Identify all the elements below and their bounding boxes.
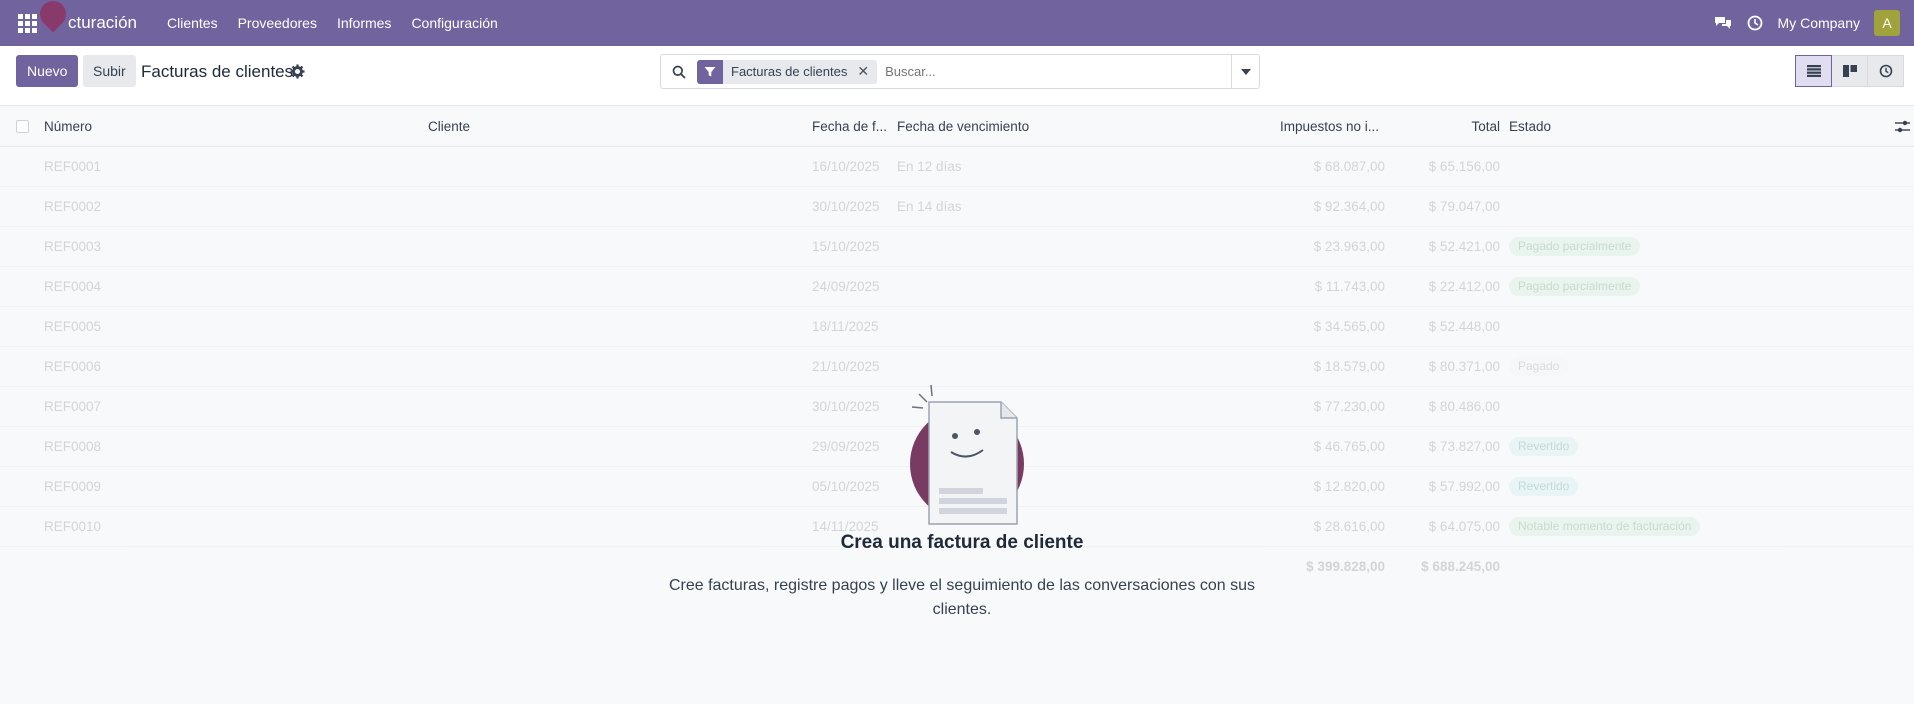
row-total: $ 52.448,00 (1428, 319, 1500, 334)
upload-button[interactable]: Subir (83, 55, 136, 87)
row-total: $ 73.827,00 (1428, 439, 1500, 454)
row-total: $ 80.486,00 (1428, 399, 1500, 414)
table-row: REF0002 30/10/2025 En 14 días $ 92.364,00 $ … (0, 187, 1914, 227)
row-invoice-date: 24/09/2025 (812, 279, 880, 294)
view-switcher (1795, 55, 1904, 87)
table-row: REF0003 15/10/2025 $ 23.963,00 $ 52.421,00 P… (0, 227, 1914, 267)
table-row: REF0001 16/10/2025 En 12 días $ 68.087,00 $ … (0, 147, 1914, 187)
row-due-date: En 12 días (897, 159, 962, 174)
row-invoice-date: 18/11/2025 (812, 319, 879, 334)
menu-item-clientes[interactable]: Clientes (157, 15, 228, 31)
activity-view-icon[interactable] (1867, 55, 1904, 87)
empty-state-title: Crea una factura de cliente (840, 532, 1084, 553)
table-row: REF0005 18/11/2025 $ 34.565,00 $ 52.448,00 (0, 307, 1914, 347)
user-avatar[interactable]: A (1874, 10, 1900, 36)
column-cliente[interactable]: Cliente (428, 119, 470, 134)
navbar-systray: My Company A (1714, 10, 1900, 36)
column-numero[interactable]: Número (44, 119, 92, 134)
row-total: $ 80.371,00 (1428, 359, 1500, 374)
search-icon[interactable] (661, 65, 697, 79)
search-input[interactable] (877, 64, 1231, 79)
search-bar: Facturas de clientes ✕ (660, 54, 1260, 89)
column-estado[interactable]: Estado (1509, 119, 1551, 134)
empty-state-text: Cree facturas, registre pagos y lleve el… (668, 577, 1256, 618)
company-switcher[interactable]: My Company (1778, 15, 1860, 31)
status-badge: Pagado parcialmente (1509, 237, 1641, 256)
row-total: $ 57.992,00 (1428, 479, 1500, 494)
row-number: REF0001 (44, 159, 102, 174)
column-fecha-factura[interactable]: Fecha de f... (812, 119, 887, 134)
list-view-icon[interactable] (1795, 55, 1832, 87)
row-number: REF0002 (44, 199, 102, 214)
invoice-illustration-icon (897, 380, 1027, 530)
row-invoice-date: 15/10/2025 (812, 239, 880, 254)
row-untaxed-amount: $ 11.743,00 (1314, 279, 1385, 294)
row-untaxed-amount: $ 28.616,00 (1313, 519, 1385, 534)
table-row: REF0004 24/09/2025 $ 11.743,00 $ 22.412,00 P… (0, 267, 1914, 307)
row-total: $ 52.421,00 (1428, 239, 1500, 254)
gear-icon[interactable] (290, 64, 305, 79)
page-title: Facturas de clientes (141, 62, 294, 81)
row-number: REF0008 (44, 439, 102, 454)
status-badge: Notable momento de facturación (1509, 517, 1701, 536)
row-invoice-date: 21/10/2025 (812, 359, 880, 374)
row-untaxed-amount: $ 92.364,00 (1313, 199, 1385, 214)
list-header: Número Cliente Fecha de f... Fecha de ve… (0, 107, 1914, 147)
column-fecha-vencimiento[interactable]: Fecha de vencimiento (897, 119, 1029, 134)
new-button[interactable]: Nuevo (16, 55, 79, 87)
column-total[interactable]: Total (1471, 119, 1500, 134)
menu-item-informes[interactable]: Informes (327, 15, 401, 31)
row-total: $ 79.047,00 (1428, 199, 1500, 214)
status-badge: Revertido (1509, 477, 1579, 496)
facet-label: Facturas de clientes (731, 64, 848, 79)
close-icon[interactable]: ✕ (855, 63, 877, 80)
row-untaxed-amount: $ 18.579,00 (1313, 359, 1385, 374)
row-untaxed-amount: $ 46.765,00 (1313, 439, 1385, 454)
column-impuestos[interactable]: Impuestos no i... (1280, 119, 1379, 134)
row-total: $ 65.156,00 (1428, 159, 1500, 174)
app-brand[interactable]: cturación (34, 0, 137, 33)
top-navbar: cturación Clientes Proveedores Informes … (0, 0, 1914, 46)
status-badge: Pagado (1509, 357, 1569, 376)
row-untaxed-amount: $ 68.087,00 (1313, 159, 1385, 174)
row-untaxed-amount: $ 77.230,00 (1313, 399, 1385, 414)
menu-item-configuracion[interactable]: Configuración (401, 15, 507, 31)
main-menu: Clientes Proveedores Informes Configurac… (157, 15, 508, 31)
row-invoice-date: 30/10/2025 (812, 199, 880, 214)
row-number: REF0003 (44, 239, 102, 254)
empty-state: Crea una factura de cliente Cree factura… (600, 380, 1324, 622)
control-panel: Nuevo Subir Facturas de clientes Factura… (0, 46, 1914, 106)
search-facet: Facturas de clientes ✕ (697, 59, 878, 84)
row-untaxed-amount: $ 23.963,00 (1313, 239, 1385, 254)
row-number: REF0004 (44, 279, 102, 294)
row-total: $ 22.412,00 (1428, 279, 1500, 294)
row-number: REF0009 (44, 479, 102, 494)
optional-columns-icon[interactable] (1895, 120, 1910, 136)
filter-icon (697, 59, 723, 84)
row-untaxed-amount: $ 34.565,00 (1313, 319, 1385, 334)
row-total: $ 64.075,00 (1428, 519, 1500, 534)
row-number: REF0007 (44, 399, 102, 414)
row-due-date: En 14 días (897, 199, 962, 214)
kanban-view-icon[interactable] (1831, 55, 1868, 87)
select-all-checkbox[interactable] (16, 120, 29, 133)
chevron-down-icon[interactable] (1231, 55, 1259, 88)
row-untaxed-amount: $ 12.820,00 (1313, 479, 1385, 494)
row-invoice-date: 16/10/2025 (812, 159, 880, 174)
row-number: REF0005 (44, 319, 102, 334)
status-badge: Pagado parcialmente (1509, 277, 1641, 296)
row-number: REF0010 (44, 519, 102, 534)
chat-icon[interactable] (1714, 14, 1732, 32)
status-badge: Revertido (1509, 437, 1579, 456)
menu-item-proveedores[interactable]: Proveedores (228, 15, 327, 31)
clock-icon[interactable] (1746, 14, 1764, 32)
row-number: REF0006 (44, 359, 102, 374)
app-name: cturación (68, 13, 137, 32)
totals-total: $ 688.245,00 (1421, 559, 1500, 574)
